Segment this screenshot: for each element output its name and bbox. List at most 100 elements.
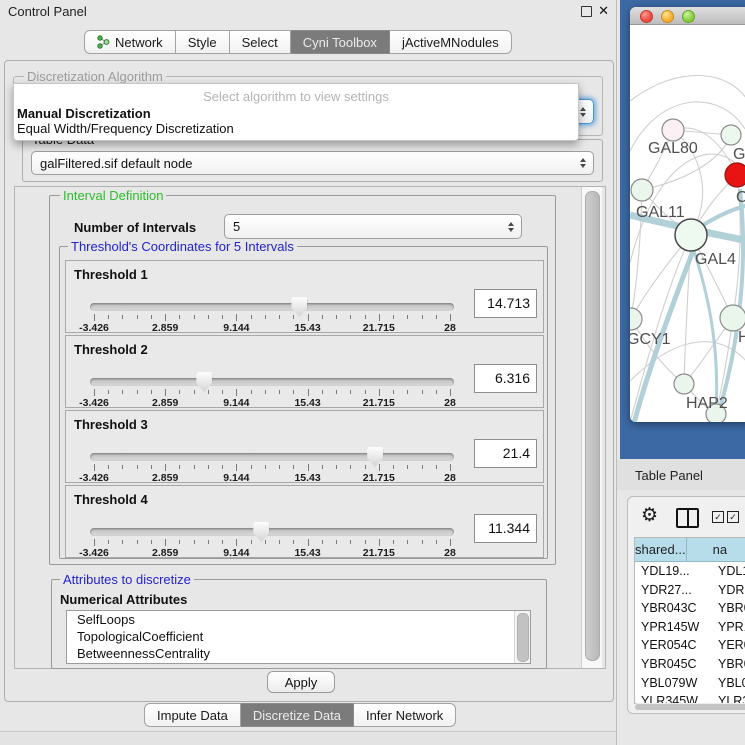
num-intervals-combobox[interactable]: 5: [224, 214, 522, 239]
list-item[interactable]: TopologicalCoefficient: [67, 628, 530, 645]
axis-tick-label: 21.715: [349, 322, 409, 334]
axis-tick-label: 9.144: [206, 397, 266, 409]
list-scrollbar[interactable]: [514, 611, 530, 663]
node[interactable]: [674, 374, 694, 394]
axis-tick-label: -3.426: [64, 397, 124, 409]
num-intervals-label: Number of Intervals: [74, 220, 196, 235]
cell-shared-name: YDR27...: [635, 581, 714, 600]
close-icon[interactable]: ✕: [598, 3, 609, 19]
tab-impute-data[interactable]: Impute Data: [144, 703, 241, 727]
slider-thumb[interactable]: [367, 447, 383, 467]
node[interactable]: [630, 308, 642, 330]
axis-tick-label: 28: [420, 547, 480, 559]
threshold-box: Threshold 4-3.4262.8599.14415.4321.71528…: [65, 485, 544, 558]
table-panel-body: ⚙ ✓ ✓ shared... na YDL19...YDL1YDR27...Y…: [617, 490, 745, 745]
column-header-shared-name[interactable]: shared...: [635, 538, 687, 561]
network-canvas[interactable]: GAL80GACGAL11GAL4GCY1HHAP2: [630, 25, 745, 422]
tick-mark: [179, 390, 180, 394]
tab-style[interactable]: Style: [176, 30, 230, 54]
tick-mark: [108, 315, 109, 319]
tick-mark: [265, 540, 266, 544]
table-row[interactable]: YBL079WYBL0: [635, 674, 745, 693]
tick-mark: [279, 465, 280, 469]
column-header-name[interactable]: na: [687, 538, 745, 561]
numerical-attributes-list[interactable]: SelfLoopsTopologicalCoefficientBetweenne…: [66, 610, 531, 664]
threshold-value-field[interactable]: 14.713: [474, 289, 537, 318]
node[interactable]: [631, 179, 653, 201]
tab-infer-network[interactable]: Infer Network: [354, 703, 456, 727]
table-row[interactable]: YER054CYER0: [635, 636, 745, 655]
popup-option[interactable]: Manual Discretization: [17, 106, 558, 121]
table-data-combobox[interactable]: galFiltered.sif default node: [31, 151, 594, 175]
network-window: GAL80GACGAL11GAL4GCY1HHAP2: [630, 7, 745, 422]
table-row[interactable]: YBR045CYBR0: [635, 655, 745, 674]
slider-thumb[interactable]: [196, 372, 212, 392]
tick-mark: [251, 540, 252, 544]
threshold-value-field[interactable]: 11.344: [474, 514, 537, 543]
tick-mark: [236, 389, 237, 396]
node[interactable]: [662, 119, 684, 141]
tab-discretize-data[interactable]: Discretize Data: [241, 703, 354, 727]
node-label: GAL11: [636, 204, 685, 221]
float-window-icon[interactable]: [581, 6, 592, 17]
chevron-updown-icon: [580, 158, 586, 168]
scrollbar-thumb[interactable]: [585, 191, 600, 661]
node[interactable]: [721, 125, 741, 145]
slider-track[interactable]: [90, 303, 454, 311]
column-view-icon[interactable]: [676, 508, 699, 528]
checkbox-checked-icon[interactable]: ✓: [727, 511, 739, 523]
slider-track[interactable]: [90, 378, 454, 386]
tick-mark: [137, 465, 138, 469]
apply-button[interactable]: Apply: [267, 671, 335, 693]
tab-jactivemnodules[interactable]: jActiveMNodules: [390, 30, 512, 54]
settings-scrollbar[interactable]: [581, 187, 602, 668]
table-panel-titlebar: Table Panel: [617, 459, 745, 490]
network-window-titlebar[interactable]: [630, 7, 745, 25]
tick-mark: [251, 465, 252, 469]
zoom-traffic-light-icon[interactable]: [682, 10, 695, 23]
table-panel-title: Table Panel: [635, 468, 703, 483]
attributes-group: Attributes to discretize Numerical Attri…: [51, 579, 547, 669]
threshold-value-field[interactable]: 21.4: [474, 439, 537, 468]
tick-mark: [194, 540, 195, 544]
node-selected-red[interactable]: [725, 163, 745, 187]
table-row[interactable]: YDL19...YDL1: [635, 562, 745, 581]
tab-label: Impute Data: [157, 708, 228, 723]
table-row[interactable]: YBR043CYBR0: [635, 599, 745, 618]
node[interactable]: [675, 219, 707, 251]
threshold-label: Threshold 2: [74, 342, 148, 357]
slider-thumb[interactable]: [253, 522, 269, 542]
network-graph: GAL80GACGAL11GAL4GCY1HHAP2: [630, 25, 745, 422]
slider-track[interactable]: [90, 453, 454, 461]
tick-mark: [422, 540, 423, 544]
scrollbar-thumb[interactable]: [517, 613, 529, 662]
threshold-value-field[interactable]: 6.316: [474, 364, 537, 393]
slider-thumb[interactable]: [291, 297, 307, 317]
tick-mark: [450, 464, 451, 471]
tab-network[interactable]: Network: [84, 30, 176, 54]
table-horizontal-scrollbar[interactable]: [634, 703, 745, 711]
table-row[interactable]: YPR145WYPR1: [635, 618, 745, 637]
gear-icon[interactable]: ⚙: [641, 504, 658, 527]
tick-mark: [436, 390, 437, 394]
tab-select[interactable]: Select: [230, 30, 291, 54]
checkbox-checked-icon[interactable]: ✓: [712, 511, 724, 523]
scrollbar-thumb[interactable]: [635, 704, 745, 710]
table-row[interactable]: YDR27...YDR2: [635, 581, 745, 600]
tick-mark: [450, 389, 451, 396]
slider-track[interactable]: [90, 528, 454, 536]
list-item[interactable]: SelfLoops: [67, 611, 530, 628]
popup-option[interactable]: Equal Width/Frequency Discretization: [17, 121, 558, 136]
tab-cyni-toolbox[interactable]: Cyni Toolbox: [291, 30, 390, 54]
axis-tick-label: 9.144: [206, 472, 266, 484]
tick-mark: [265, 465, 266, 469]
threshold-label: Threshold 1: [74, 267, 148, 282]
node[interactable]: [720, 305, 745, 331]
tick-mark: [293, 390, 294, 394]
list-item[interactable]: BetweennessCentrality: [67, 645, 530, 662]
bottom-tab-bar: Impute Data Discretize DataInfer Network: [144, 703, 456, 727]
node-label: HAP2: [686, 395, 728, 412]
minimize-traffic-light-icon[interactable]: [661, 10, 674, 23]
bottom-divider: [0, 731, 616, 745]
close-traffic-light-icon[interactable]: [640, 10, 653, 23]
